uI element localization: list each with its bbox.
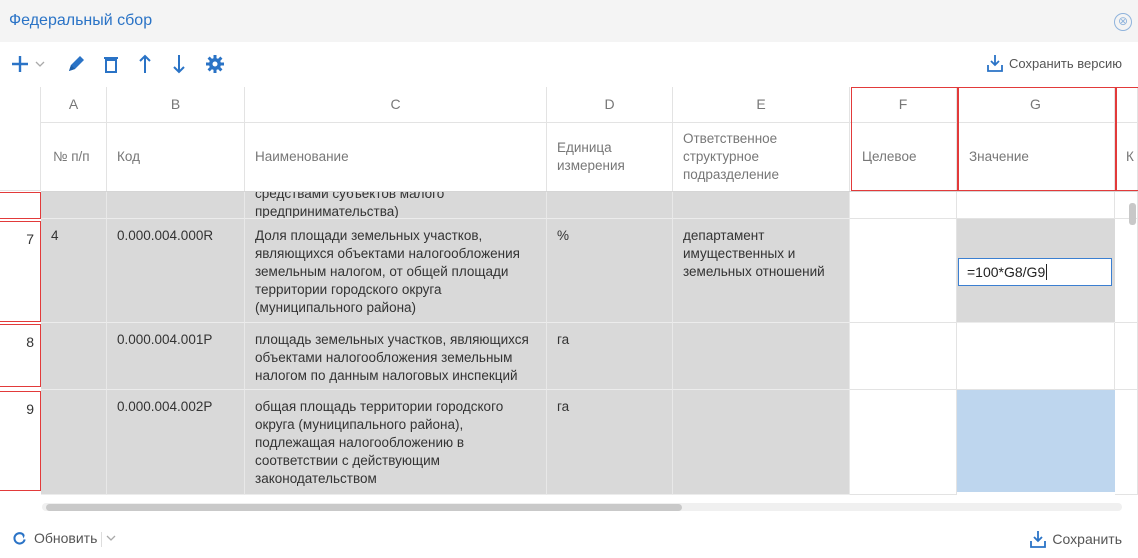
table-cell-target[interactable] [850,219,957,323]
table-cell[interactable] [673,323,850,390]
arrow-up-icon [139,54,151,73]
table-cell[interactable]: площадь земельных участков, являющихся о… [245,323,547,390]
table-cell-name[interactable]: средствами субъектов малого предпринимат… [245,192,547,219]
save-button[interactable]: Сохранить [1030,530,1122,548]
row-header-9[interactable]: 9 [0,391,41,491]
gear-icon [206,55,224,73]
refresh-dropdown-button[interactable] [101,532,116,547]
col-name-b: Код [107,123,245,191]
horizontal-scrollbar-thumb[interactable] [46,504,682,511]
table-cell[interactable] [41,323,107,390]
edit-button[interactable] [66,52,86,76]
plus-icon [12,56,28,72]
col-letter-e[interactable]: E [673,87,850,123]
table-cell[interactable]: % [547,219,673,323]
table-cell-target[interactable] [850,192,957,219]
col-name-f: Целевое [850,123,957,191]
row-header-8[interactable]: 8 [0,324,41,387]
table-cell-value-selected[interactable] [957,390,1115,492]
col-name-g: Значение [957,123,1115,191]
col-letter-g[interactable]: G [957,87,1115,123]
dialog-titlebar: Федеральный сбор ⊗ [0,0,1138,42]
save-version-label: Сохранить версию [1009,55,1122,71]
settings-button[interactable] [205,52,225,76]
pencil-icon [69,56,84,71]
table-cell[interactable]: га [547,390,673,495]
move-up-button[interactable] [137,52,153,76]
table-cell[interactable]: Доля площади земельных участков, являющи… [245,219,547,323]
vertical-scrollbar[interactable] [1129,203,1136,225]
refresh-label: Обновить [34,530,98,546]
refresh-button[interactable]: Обновить [12,530,97,546]
row-header-7[interactable]: 7 [0,221,41,322]
col-letter-c[interactable]: C [245,87,547,123]
refresh-icon [13,531,26,545]
table-cell[interactable]: га [547,323,673,390]
save-version-button[interactable]: Сохранить версию [987,54,1122,72]
table-cell[interactable] [41,390,107,495]
col-name-e: Ответственное структурное подразделение [673,123,850,191]
row-header-partial[interactable] [0,192,41,219]
table-cell[interactable] [1115,390,1138,495]
table-cell[interactable]: 4 [41,219,107,323]
col-letter-d[interactable]: D [547,87,673,123]
col-letter-a[interactable]: A [41,87,107,123]
arrow-down-icon [173,55,185,74]
table-cell[interactable] [1115,323,1138,390]
dialog-footer: Обновить Сохранить [0,520,1138,558]
formula-text: =100*G8/G9 [967,264,1046,280]
table-cell[interactable] [673,390,850,495]
table-cell-value[interactable] [957,192,1115,219]
move-down-button[interactable] [171,52,187,76]
close-icon[interactable]: ⊗ [1114,13,1132,31]
trash-icon [104,57,118,73]
col-name-d: Единица измерения [547,123,673,191]
table-cell[interactable]: 0.000.004.001Р [107,323,245,390]
download-icon [1030,531,1047,548]
table-cell[interactable] [547,192,673,219]
save-label: Сохранить [1052,531,1122,547]
table-cell-target[interactable] [850,390,957,495]
delete-button[interactable] [102,52,120,76]
table-cell[interactable]: департамент имущественных и земельных от… [673,219,850,323]
table-cell[interactable]: 0.000.004.000R [107,219,245,323]
add-dropdown-button[interactable] [35,52,45,76]
cell-text: средствами субъектов малого предпринимат… [255,192,445,219]
table-cell-target[interactable] [850,323,957,390]
toolbar: Сохранить версию [0,42,1138,87]
table-cell[interactable] [41,192,107,219]
table-cell-value[interactable] [957,323,1115,390]
table-cell[interactable] [1115,219,1138,323]
col-letter-b[interactable]: B [107,87,245,123]
add-button[interactable] [10,52,30,76]
col-name-a: № п/п [41,123,107,191]
col-name-h: К [1115,123,1138,191]
download-icon [987,55,1003,72]
grid-corner [0,87,41,191]
table-cell[interactable] [107,192,245,219]
col-name-c: Наименование [245,123,547,191]
table-cell[interactable] [673,192,850,219]
dialog-title: Федеральный сбор [9,12,153,29]
table-cell[interactable]: 0.000.004.002Р [107,390,245,495]
chevron-down-icon [106,535,116,541]
col-letter-h[interactable] [1115,87,1138,123]
formula-editor[interactable]: =100*G8/G9 [958,258,1112,286]
chevron-down-icon [35,61,45,67]
col-letter-f[interactable]: F [850,87,957,123]
spreadsheet-grid[interactable]: A B C D E F G № п/п Код Наименование Еди… [0,87,1138,499]
table-cell[interactable]: общая площадь территории городского окру… [245,390,547,495]
